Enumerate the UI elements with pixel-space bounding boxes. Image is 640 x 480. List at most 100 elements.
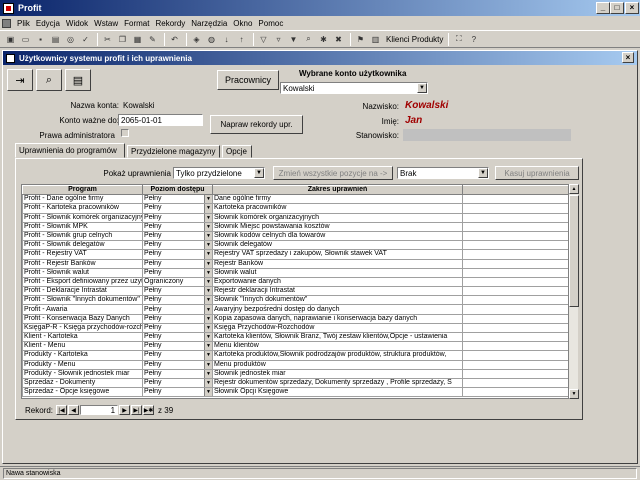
program-cell[interactable]: Profit - Słownik "Innych dokumentów" [22,295,143,306]
chevron-down-icon[interactable]: ▼ [204,333,212,341]
new-icon[interactable]: ▭ [19,33,32,46]
cut-icon[interactable]: ✂ [101,33,114,46]
search-button[interactable]: ⌕ [36,69,62,91]
pracownicy-button[interactable]: Pracownicy [217,70,279,90]
maximize-button[interactable]: □ [610,2,624,14]
sort-desc-icon[interactable]: ↑ [235,33,248,46]
poziom-select[interactable]: Pełny ▼ [142,203,213,214]
binoculars-icon[interactable]: ⛶ [452,33,465,46]
chevron-down-icon[interactable]: ▼ [204,250,212,258]
table-row[interactable]: Profit - Słownik delegatów Pełny ▼ Słownik … [22,240,575,251]
zakres-cell[interactable]: Kopia zapasowa danych, naprawianie i kon… [212,313,463,324]
program-cell[interactable]: Profit - Awaria [22,304,143,315]
next-record-icon[interactable]: ▶ [119,405,131,415]
table-row[interactable]: Profit - Awaria Pełny ▼ Awaryjny bezpośredn… [22,304,575,315]
table-row[interactable]: Klient - Menu Pełny ▼ Menu klientów [22,341,575,352]
poziom-select[interactable]: Pełny ▼ [142,322,213,334]
klienci-icon[interactable]: ⚑ [354,33,367,46]
zakres-cell[interactable]: Kartoteka pracowników [212,203,463,214]
poziom-select[interactable]: Pełny ▼ [142,304,213,315]
spelling-icon[interactable]: ✓ [79,33,92,46]
table-row[interactable]: Klient - Kartoteka Pełny ▼ Kartoteka klient… [22,331,575,343]
help-icon[interactable]: ? [467,33,480,46]
menu-format[interactable]: Format [121,19,152,28]
print-icon[interactable]: ▤ [49,33,62,46]
program-cell[interactable]: Klient - Kartoteka [22,331,143,343]
program-cell[interactable]: Profit - Słownik komórek organizacyjnych [22,212,143,223]
program-cell[interactable]: Klient - Menu [22,341,143,352]
design-view-icon[interactable]: ▣ [4,33,17,46]
chevron-down-icon[interactable]: ▼ [204,287,212,295]
zakres-cell[interactable]: Menu produktów [212,359,463,370]
zakres-cell[interactable]: Dane ogólne firmy [212,194,463,205]
document-icon[interactable] [2,18,11,28]
scroll-thumb[interactable] [569,195,579,307]
zakres-cell[interactable]: Rejestry VAT sprzedaży i zakupów, Słowni… [212,249,463,260]
record-number-input[interactable]: 1 [80,405,119,415]
menu-okno[interactable]: Okno [230,19,255,28]
find-icon[interactable]: ⌕ [302,33,315,46]
brak-select[interactable]: Brak ▼ [397,167,489,179]
chevron-down-icon[interactable]: ▼ [204,361,212,369]
chevron-down-icon[interactable]: ▼ [204,260,212,268]
program-cell[interactable]: Profit - Eksport definiowany przez użytk… [22,276,143,288]
poziom-select[interactable]: Pełny ▼ [142,331,213,343]
filter-selection-icon[interactable]: ▽ [257,33,270,46]
header-poziom[interactable]: Poziom dostępu [142,185,213,196]
chevron-down-icon[interactable]: ▼ [204,269,212,277]
new-record-icon[interactable]: ✱ [317,33,330,46]
web-icon[interactable]: ◍ [205,33,218,46]
poziom-select[interactable]: Pełny ▼ [142,194,213,205]
chevron-down-icon[interactable]: ▼ [204,241,212,249]
table-row[interactable]: Profit - Słownik MPK Pełny ▼ Słownik Miejsc… [22,221,575,232]
exit-button[interactable]: ⇥ [7,69,33,91]
poziom-select[interactable]: Pełny ▼ [142,240,213,251]
zmien-wszystkie-button[interactable]: Zmień wszystkie pozycje na -> [273,166,393,180]
tab-magazyny[interactable]: Przydzielone magazyny [127,145,220,158]
zakres-cell[interactable]: Księga Przychodów-Rozchodów [212,322,463,334]
poziom-select[interactable]: Pełny ▼ [142,359,213,370]
program-cell[interactable]: Profit - Słownik MPK [22,221,143,232]
delete-record-icon[interactable]: ✖ [332,33,345,46]
new-record-nav-icon[interactable]: ▶✱ [143,405,155,415]
zakres-cell[interactable]: Słownik walut [212,267,463,278]
tab-opcje[interactable]: Opcje [222,145,252,158]
chevron-down-icon[interactable]: ▼ [204,315,212,323]
poziom-select[interactable]: Pełny ▼ [142,249,213,260]
toolbar-klienci-produkty[interactable]: Klienci Produkty [384,35,445,44]
poziom-select[interactable]: Pełny ▼ [142,341,213,352]
kasuj-uprawnienia-button[interactable]: Kasuj uprawnienia [495,166,579,180]
chevron-down-icon[interactable]: ▼ [204,351,212,360]
chevron-down-icon[interactable]: ▼ [204,223,212,231]
poziom-select[interactable]: Pełny ▼ [142,212,213,223]
table-row[interactable]: Profit - Konserwacja Bazy Danych Pełny ▼ Ko… [22,313,575,324]
scroll-up-icon[interactable]: ▲ [569,184,579,194]
menu-plik[interactable]: Plik [14,19,33,28]
poziom-select[interactable]: Pełny ▼ [142,387,213,398]
table-row[interactable]: Produkty - Kartoteka Pełny ▼ Kartoteka prod… [22,350,575,361]
first-record-icon[interactable]: |◀ [56,405,68,415]
menu-narzedzia[interactable]: Narzędzia [188,19,230,28]
table-row[interactable]: Profit - Słownik grup celnych Pełny ▼ Słown… [22,230,575,242]
admin-checkbox[interactable] [121,129,129,137]
table-row[interactable]: Profit - Słownik "Innych dokumentów" Pełn… [22,295,575,306]
chevron-down-icon[interactable]: ▼ [204,379,212,387]
napraw-rekordy-button[interactable]: Napraw rekordy upr. [210,115,303,134]
program-cell[interactable]: Produkty - Kartoteka [22,350,143,361]
undo-icon[interactable]: ↶ [168,33,181,46]
menu-wstaw[interactable]: Wstaw [91,19,121,28]
zakres-cell[interactable]: Słownik jednostek miar [212,368,463,379]
zakres-cell[interactable]: Słownik "Innych dokumentów" [212,295,463,306]
chevron-down-icon[interactable]: ▼ [204,324,212,332]
minimize-button[interactable]: _ [596,2,610,14]
zakres-cell[interactable]: Rejestr dokumentów sprzedaży, Dokumenty … [212,377,463,389]
chevron-down-icon[interactable]: ▼ [204,370,212,378]
poziom-select[interactable]: Pełny ▼ [142,377,213,389]
report-button[interactable]: ▤ [65,69,91,91]
program-cell[interactable]: Profit - Słownik walut [22,267,143,278]
table-row[interactable]: Profit - Eksport definiowany przez użytk… [22,276,575,288]
save-icon[interactable]: ▪ [34,33,47,46]
chevron-down-icon[interactable]: ▼ [204,232,212,240]
table-row[interactable]: Profit - Deklaracje Intrastat Pełny ▼ Rejes… [22,286,575,297]
prev-record-icon[interactable]: ◀ [68,405,80,415]
